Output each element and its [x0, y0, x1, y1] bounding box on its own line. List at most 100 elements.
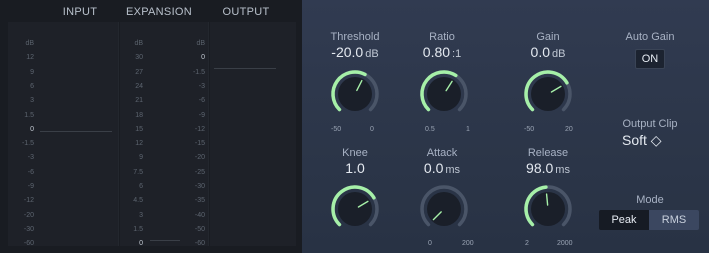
attack-number: 0.0 — [423, 160, 444, 176]
gain-value[interactable]: 0.0 dB — [503, 44, 593, 60]
scale-tick: -9 — [198, 111, 205, 119]
scale-tick: -40 — [194, 211, 205, 219]
expansion-meter-header: EXPANSION — [125, 6, 193, 18]
auto-gain-label: Auto Gain — [625, 31, 675, 43]
release-max-label: 2000 — [557, 240, 573, 247]
attack-min-label: 0 — [428, 240, 432, 247]
ratio-label: Ratio — [429, 31, 455, 43]
release-label: Release — [527, 147, 569, 159]
knob-graphic — [420, 185, 468, 227]
scale-tick: -1.5 — [192, 68, 205, 76]
gain-knob[interactable] — [521, 67, 575, 121]
scale-tick: -20 — [194, 154, 205, 162]
scale-tick: dB — [134, 40, 143, 47]
scale-tick: 24 — [135, 82, 143, 90]
release-knob[interactable] — [521, 182, 575, 236]
scale-tick: 6 — [139, 183, 143, 190]
ratio-max-label: 1 — [466, 126, 470, 133]
release-min-label: 2 — [525, 240, 529, 247]
ratio-unit: :1 — [452, 48, 462, 60]
input-meter-header: INPUT — [62, 6, 98, 18]
scale-tick: -3 — [27, 154, 34, 162]
scale-tick: 0 — [30, 125, 34, 133]
scale-tick: -60 — [23, 240, 34, 248]
scale-tick: 7.5 — [133, 168, 143, 176]
knee-knob[interactable] — [328, 182, 382, 236]
release-value[interactable]: 98.0 ms — [503, 160, 593, 176]
scale-tick: 6 — [30, 82, 34, 90]
scale-tick: -60 — [194, 240, 205, 248]
threshold-unit: dB — [365, 48, 379, 60]
scale-tick: -15 — [194, 140, 205, 148]
output-meter-header: OUTPUT — [222, 6, 270, 18]
scale-tick: -20 — [23, 211, 34, 219]
output-clip-dropdown[interactable]: Soft ◇ — [622, 132, 662, 149]
attack-max-label: 200 — [462, 240, 474, 247]
mode-label: Mode — [636, 194, 664, 206]
threshold-value[interactable]: -20.0 dB — [310, 44, 400, 60]
ratio-knob[interactable] — [417, 67, 471, 121]
scale-tick: -1.5 — [21, 140, 34, 148]
controls-panel: Threshold -20.0 dB -50 0 Ratio 0.80:1 0.5… — [302, 0, 709, 253]
meter-divider — [208, 22, 209, 246]
scale-tick: 9 — [139, 154, 143, 162]
knob-graphic — [524, 185, 572, 227]
threshold-label: Threshold — [330, 31, 380, 43]
scale-tick: 12 — [135, 140, 143, 148]
scale-tick: 15 — [135, 125, 143, 133]
scale-tick: dB — [25, 40, 34, 47]
threshold-knob[interactable] — [328, 67, 382, 121]
scale-tick: 1.5 — [133, 225, 143, 233]
scale-tick: 30 — [135, 54, 143, 62]
expander-plugin-window: INPUT EXPANSION OUTPUT dB 12 9 6 3 1.5 0 -1.5 -3… — [0, 0, 709, 253]
scale-tick: 12 — [26, 54, 34, 62]
scale-tick: -6 — [27, 168, 34, 176]
gain-number: 0.0 — [530, 44, 550, 60]
knob-graphic — [331, 70, 379, 112]
meter-divider — [118, 22, 119, 246]
scale-tick: -50 — [194, 225, 205, 233]
scale-tick: 0 — [201, 54, 205, 62]
release-number: 98.0 — [526, 160, 554, 176]
knob-graphic — [524, 70, 572, 112]
knee-value[interactable]: 1.0 — [310, 160, 400, 176]
scale-tick: -30 — [194, 183, 205, 190]
scale-tick: -3 — [198, 82, 205, 90]
output-meter — [210, 22, 296, 246]
scale-tick: -25 — [194, 168, 205, 176]
knee-label: Knee — [342, 147, 368, 159]
attack-unit: ms — [445, 164, 461, 176]
gain-max-label: 20 — [565, 126, 573, 133]
threshold-number: -20.0 — [331, 44, 364, 60]
mode-rms-button[interactable]: RMS — [649, 210, 699, 230]
output-level-line — [214, 68, 276, 69]
scale-tick: 9 — [30, 68, 34, 76]
knob-graphic — [331, 185, 379, 227]
scale-tick: 4.5 — [133, 197, 143, 205]
knee-number: 1.0 — [345, 160, 365, 176]
ratio-value[interactable]: 0.80:1 — [397, 44, 487, 60]
scale-tick: -30 — [23, 225, 34, 233]
scale-tick: -12 — [194, 125, 205, 133]
input-zero-line — [40, 131, 112, 132]
auto-gain-toggle[interactable]: ON — [635, 49, 665, 69]
attack-knob[interactable] — [417, 182, 471, 236]
ratio-min-label: 0.5 — [425, 126, 435, 133]
output-clip-label: Output Clip — [622, 118, 678, 130]
threshold-max-label: 0 — [370, 126, 374, 133]
attack-value[interactable]: 0.0 ms — [397, 160, 487, 176]
mode-peak-button[interactable]: Peak — [599, 210, 649, 230]
scale-tick: -12 — [23, 197, 34, 205]
scale-tick: 18 — [135, 111, 143, 119]
gain-min-label: -50 — [524, 126, 535, 133]
expansion-level-line — [150, 240, 180, 241]
knob-graphic — [420, 70, 468, 112]
scale-tick: -9 — [27, 183, 34, 190]
scale-tick: 21 — [135, 97, 143, 105]
gain-unit: dB — [552, 48, 566, 60]
scale-tick: 3 — [139, 211, 143, 219]
threshold-min-label: -50 — [331, 126, 342, 133]
scale-tick: 1.5 — [24, 111, 34, 119]
scale-tick: -35 — [194, 197, 205, 205]
gain-label: Gain — [536, 31, 560, 43]
